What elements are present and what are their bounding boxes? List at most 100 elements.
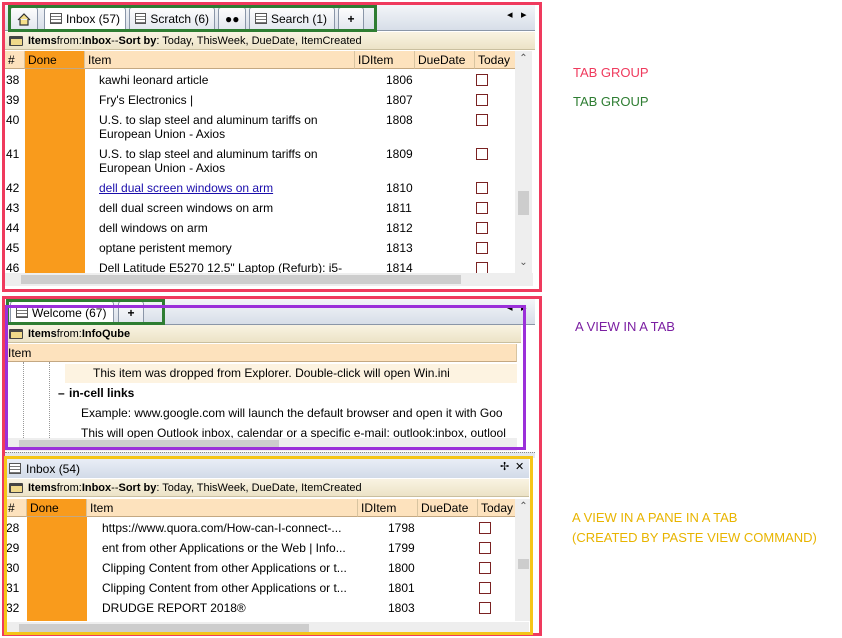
table-cell-iditem: 1812 bbox=[386, 221, 413, 235]
table-cell-item-continued[interactable]: European Union - Axios bbox=[99, 161, 354, 175]
table-cell-item[interactable]: DRUDGE REPORT 2018® bbox=[102, 601, 352, 615]
column-header-today[interactable]: Today bbox=[478, 499, 517, 517]
grid-icon bbox=[50, 13, 62, 24]
column-header-done[interactable]: Done bbox=[27, 499, 87, 517]
table-cell-item[interactable]: dell windows on arm bbox=[99, 221, 354, 235]
tab-add[interactable]: + bbox=[118, 301, 144, 323]
scroll-thumb[interactable] bbox=[19, 624, 309, 633]
scroll-up-icon[interactable]: ⌃ bbox=[515, 501, 532, 512]
tab-add[interactable]: + bbox=[338, 7, 364, 29]
tab-inbox[interactable]: Inbox (57) bbox=[44, 7, 126, 29]
inbox-horizontal-scrollbar[interactable] bbox=[5, 273, 533, 286]
table-cell-item[interactable]: https://www.quora.com/How-can-I-connect-… bbox=[102, 521, 352, 535]
table-cell-item[interactable]: Fry's Electronics | bbox=[99, 93, 354, 107]
tab-home[interactable] bbox=[10, 7, 38, 29]
row-number: 31 bbox=[6, 581, 20, 595]
column-header-duedate[interactable]: DueDate bbox=[415, 51, 475, 69]
table-cell-item[interactable]: kawhi leonard article bbox=[99, 73, 354, 87]
item-link[interactable]: dell dual screen windows on arm bbox=[99, 181, 354, 195]
tab-welcome[interactable]: Welcome (67) bbox=[10, 301, 114, 323]
today-checkbox[interactable] bbox=[476, 242, 488, 254]
row-number: 42 bbox=[6, 181, 20, 195]
table-cell-item-continued[interactable]: European Union - Axios bbox=[99, 127, 354, 141]
pane-horizontal-scrollbar[interactable] bbox=[5, 622, 529, 635]
pane-vertical-scrollbar[interactable]: ⌃ bbox=[515, 499, 532, 621]
scroll-thumb[interactable] bbox=[19, 440, 279, 449]
tab-search-binoculars[interactable]: ●● bbox=[218, 7, 246, 29]
today-checkbox[interactable] bbox=[479, 562, 491, 574]
row-number: 45 bbox=[6, 241, 20, 255]
done-column[interactable] bbox=[25, 69, 85, 273]
column-header-done[interactable]: Done bbox=[25, 51, 85, 69]
collapse-toggle[interactable]: – bbox=[58, 386, 65, 400]
pane-title: Inbox (54) bbox=[26, 461, 81, 476]
today-checkbox[interactable] bbox=[476, 94, 488, 106]
column-header-today[interactable]: Today bbox=[475, 51, 517, 69]
column-header-item[interactable]: Item bbox=[85, 51, 355, 69]
infoqube-horizontal-scrollbar[interactable] bbox=[5, 438, 517, 451]
column-header-iditem[interactable]: IDItem bbox=[355, 51, 415, 69]
column-header-iditem[interactable]: IDItem bbox=[358, 499, 418, 517]
tab-scroll-left[interactable]: ◂ bbox=[507, 8, 513, 21]
inbox-vertical-scrollbar[interactable]: ⌃ ⌄ bbox=[515, 51, 532, 273]
today-checkbox[interactable] bbox=[476, 262, 488, 273]
table-cell-item[interactable]: Clipping Content from other Applications… bbox=[102, 581, 352, 595]
table-cell-iditem: 1810 bbox=[386, 181, 413, 195]
column-header-num[interactable]: # bbox=[5, 499, 27, 517]
scroll-up-icon[interactable]: ⌃ bbox=[515, 53, 532, 64]
tab-scroll-right[interactable]: ▸ bbox=[521, 301, 527, 314]
table-cell-iditem: 1806 bbox=[386, 73, 413, 87]
today-checkbox[interactable] bbox=[479, 582, 491, 594]
folder-icon bbox=[9, 328, 23, 339]
today-checkbox[interactable] bbox=[476, 202, 488, 214]
table-cell-item[interactable]: U.S. to slap steel and aluminum tariffs … bbox=[99, 113, 354, 127]
grid-icon bbox=[135, 13, 147, 24]
list-item-heading[interactable]: in-cell links bbox=[69, 386, 134, 400]
list-item[interactable]: This item was dropped from Explorer. Dou… bbox=[93, 366, 450, 380]
column-header-duedate[interactable]: DueDate bbox=[418, 499, 478, 517]
pane-splitter[interactable] bbox=[5, 452, 535, 458]
row-number: 41 bbox=[6, 147, 20, 161]
list-item[interactable]: Example: www.google.com will launch the … bbox=[81, 406, 517, 420]
inbox-view-caption: Items from: Inbox -- Sort by: Today, Thi… bbox=[5, 32, 535, 50]
column-header-num[interactable]: # bbox=[5, 51, 25, 69]
today-checkbox[interactable] bbox=[476, 114, 488, 126]
today-checkbox[interactable] bbox=[476, 74, 488, 86]
pin-icon[interactable]: ✢ bbox=[500, 460, 509, 473]
table-cell-iditem: 1807 bbox=[386, 93, 413, 107]
scroll-thumb[interactable] bbox=[21, 275, 461, 284]
table-cell-item[interactable]: optane peristent memory bbox=[99, 241, 354, 255]
scroll-down-icon[interactable]: ⌄ bbox=[515, 257, 532, 268]
tab-scroll-left[interactable]: ◂ bbox=[507, 301, 513, 314]
table-cell-item[interactable]: Clipping Content from other Applications… bbox=[102, 561, 352, 575]
tab-scratch[interactable]: Scratch (6) bbox=[129, 7, 215, 29]
today-checkbox[interactable] bbox=[476, 222, 488, 234]
scroll-thumb[interactable] bbox=[518, 191, 529, 215]
table-cell-iditem: 1814 bbox=[386, 261, 413, 273]
done-column[interactable] bbox=[27, 517, 87, 621]
infoqube-grid: Item This item was dropped from Explorer… bbox=[5, 344, 517, 438]
today-checkbox[interactable] bbox=[479, 602, 491, 614]
infoqube-view-caption: Items from: InfoQube bbox=[5, 325, 521, 343]
table-cell-item[interactable]: Dell Latitude E5270 12.5" Laptop (Refurb… bbox=[99, 261, 354, 273]
table-cell-iditem: 1799 bbox=[388, 541, 415, 555]
list-item[interactable]: This will open Outlook inbox, calendar o… bbox=[81, 426, 517, 438]
table-cell-item[interactable]: U.S. to slap steel and aluminum tariffs … bbox=[99, 147, 354, 161]
today-checkbox[interactable] bbox=[479, 522, 491, 534]
tab-scroll-right[interactable]: ▸ bbox=[521, 8, 527, 21]
today-checkbox[interactable] bbox=[476, 148, 488, 160]
column-header-item[interactable]: Item bbox=[5, 344, 517, 362]
today-checkbox[interactable] bbox=[476, 182, 488, 194]
tab-search[interactable]: Search (1) bbox=[249, 7, 335, 29]
close-icon[interactable]: ✕ bbox=[515, 460, 524, 473]
table-cell-item[interactable]: ent from other Applications or the Web |… bbox=[102, 541, 352, 555]
scroll-thumb[interactable] bbox=[518, 559, 529, 569]
column-header-item[interactable]: Item bbox=[87, 499, 358, 517]
annotation-view-in-pane-note: (CREATED BY PASTE VIEW COMMAND) bbox=[572, 530, 817, 545]
today-checkbox[interactable] bbox=[479, 542, 491, 554]
inbox-grid: # Done Item IDItem DueDate Today 38 kawhi… bbox=[5, 51, 517, 273]
row-number: 40 bbox=[6, 113, 20, 127]
table-cell-item[interactable]: dell dual screen windows on arm bbox=[99, 201, 354, 215]
table-cell-iditem: 1813 bbox=[386, 241, 413, 255]
row-number: 43 bbox=[6, 201, 20, 215]
